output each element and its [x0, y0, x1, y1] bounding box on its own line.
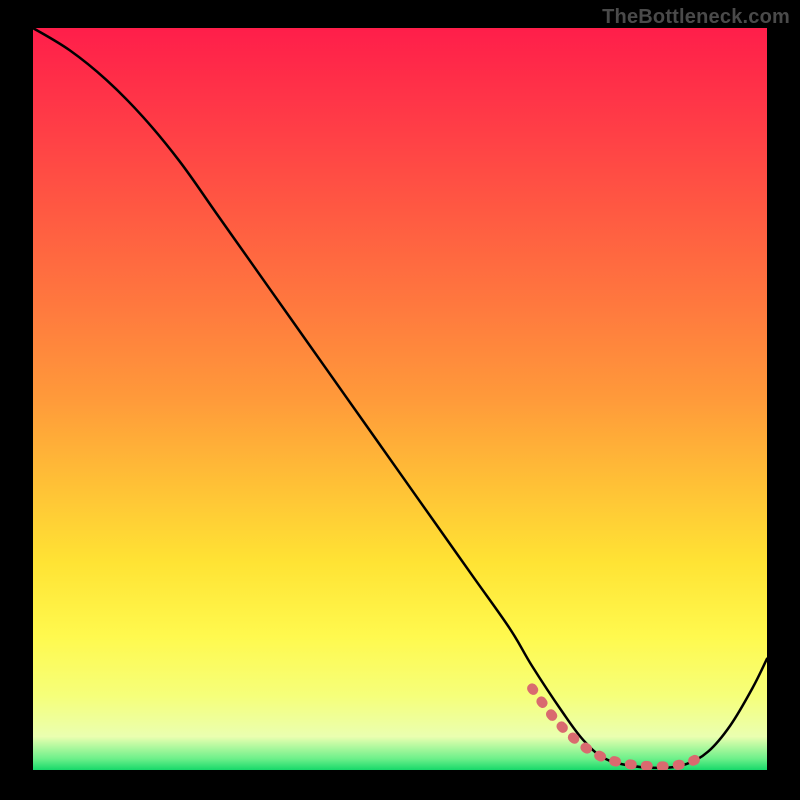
bottleneck-plot [33, 28, 767, 770]
plot-svg [33, 28, 767, 770]
plot-background [33, 28, 767, 770]
chart-stage: TheBottleneck.com [0, 0, 800, 800]
watermark-text: TheBottleneck.com [602, 6, 790, 29]
